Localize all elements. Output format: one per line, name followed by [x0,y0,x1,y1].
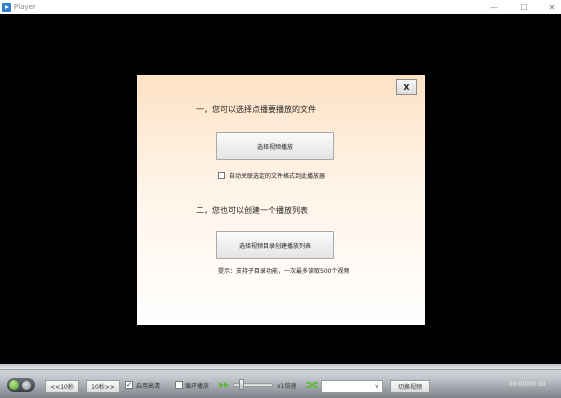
select-video-button[interactable]: 选择视频播放 [216,132,334,160]
time-display: 00:00/00:00 [509,381,546,388]
speed-label: x1倍速 [277,383,297,390]
speed-arrow-icon [219,382,229,388]
hd-label: 启用高清 [136,383,161,390]
play-toggle-icon [9,380,19,390]
play-pause-button[interactable] [7,378,35,392]
select-directory-button[interactable]: 选择视频目录创建播放列表 [216,231,334,259]
window-title: Player [14,3,36,11]
player-app-icon [2,2,11,12]
associate-checkbox[interactable] [218,172,225,179]
associate-format-option[interactable]: 自动关联选定的文件格式到此播放器 [218,171,325,180]
chevron-down-icon: ∨ [374,383,379,390]
speed-slider-thumb[interactable] [239,379,244,390]
dialog-close-button[interactable]: X [396,79,417,95]
minimize-button[interactable]: — [482,0,506,14]
maximize-button[interactable]: ☐ [512,0,536,14]
playlist-dropdown[interactable]: ∨ [321,380,383,393]
stop-toggle-icon [22,380,31,390]
tip-text: 提示：支持子目录功能，一次最多读取500个视频 [218,268,350,275]
forward-10s-button[interactable]: 10秒>> [86,380,120,393]
hd-checkbox[interactable]: ✓ [125,381,133,389]
window-close-button[interactable]: ✕ [540,0,561,14]
start-dialog: X 一，您可以选择点播要播放的文件 选择视频播放 自动关联选定的文件格式到此播放… [137,75,425,325]
control-bar: <<10秒 10秒>> ✓ 启用高清 循环播放 x1倍速 ∨ 切换视频 00:0… [0,364,561,398]
loop-checkbox[interactable] [175,381,183,389]
switch-video-button[interactable]: 切换视频 [390,380,430,393]
associate-checkbox-label: 自动关联选定的文件格式到此播放器 [229,173,326,180]
section1-title: 一，您可以选择点播要播放的文件 [196,105,316,114]
rewind-10s-button[interactable]: <<10秒 [45,380,79,393]
progress-bar[interactable] [0,364,561,370]
loop-label: 循环播放 [185,383,210,390]
section2-title: 二，您也可以创建一个播放列表 [196,206,308,215]
title-bar: Player — ☐ ✕ [0,0,561,14]
shuffle-icon[interactable] [306,381,318,389]
